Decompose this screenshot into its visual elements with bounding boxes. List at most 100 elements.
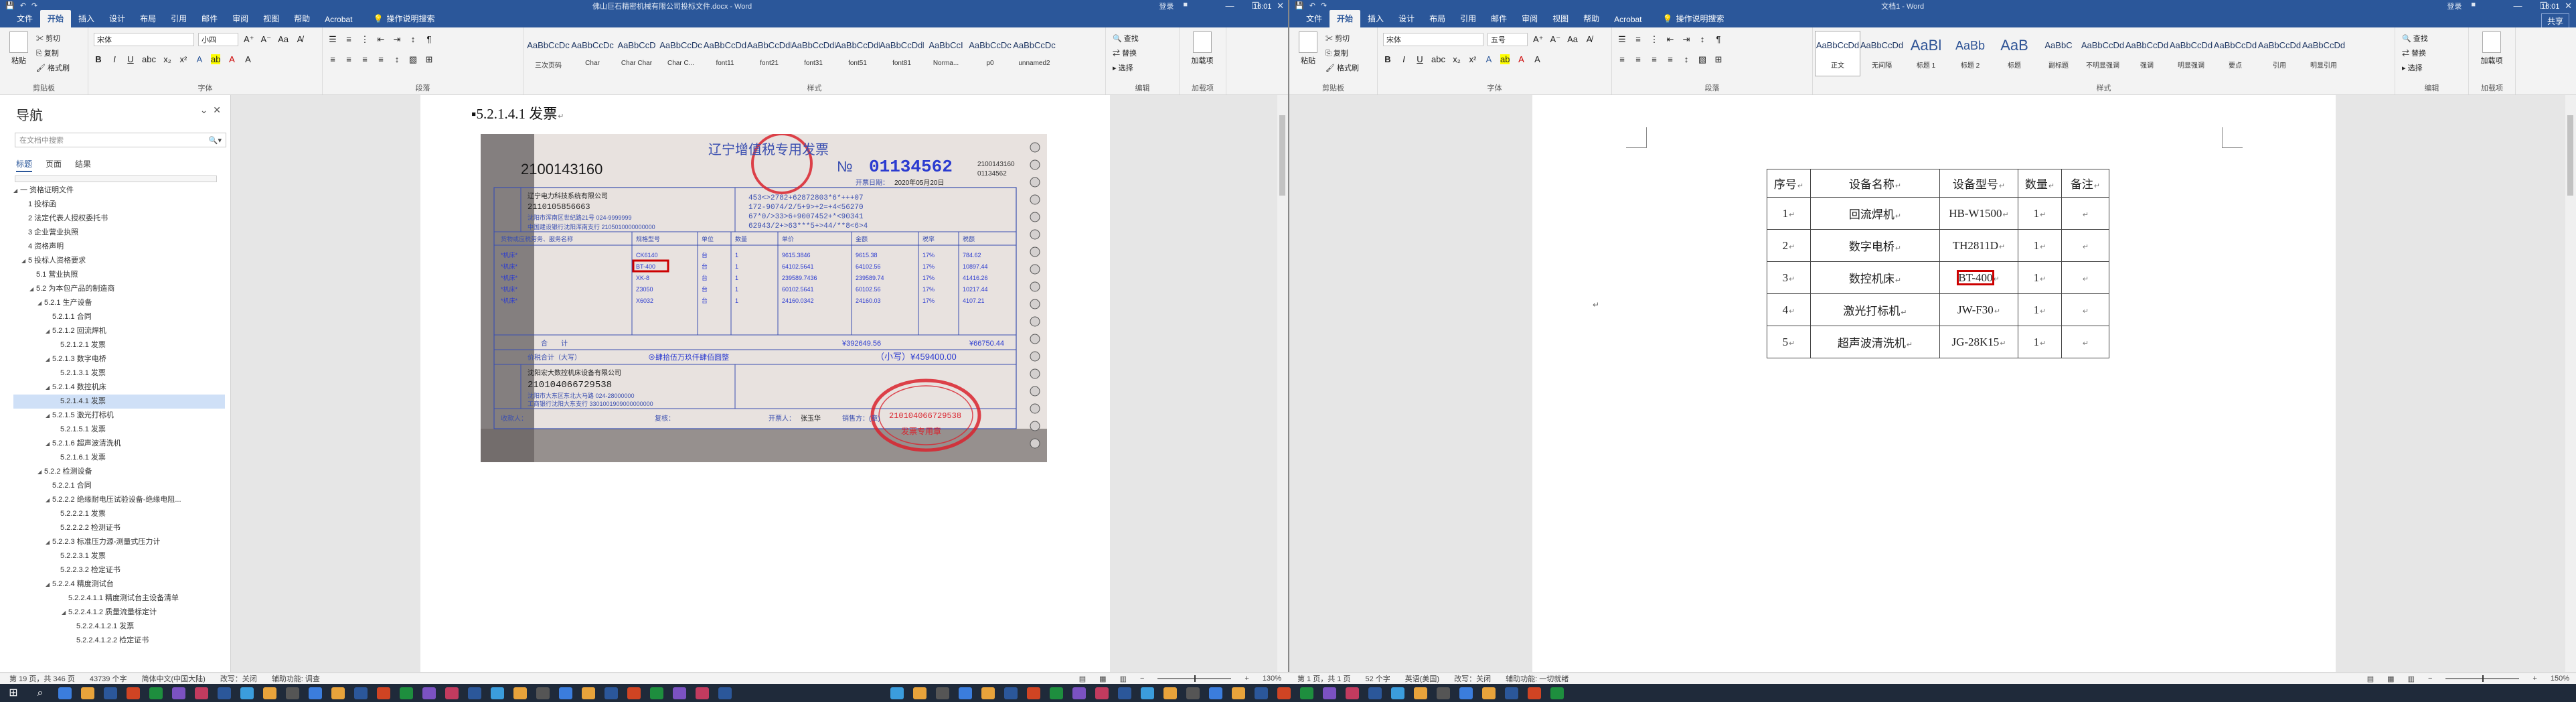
- decrease-indent-icon[interactable]: ⇤: [1666, 34, 1675, 45]
- redo-icon[interactable]: ↷: [1321, 1, 1327, 10]
- tab-5[interactable]: 引用: [1453, 10, 1483, 27]
- style-item[interactable]: AaBbCcDd 明显强调: [2169, 31, 2213, 76]
- nav-item[interactable]: 5.2.1.5.1 发票: [13, 423, 225, 437]
- taskbar-app-icon[interactable]: [331, 687, 345, 699]
- find-button[interactable]: 🔍 查找: [2402, 33, 2428, 44]
- nav-item[interactable]: ◢ 5.2.1.2 回流焊机: [13, 324, 225, 338]
- style-item[interactable]: AaBbCcDd 明显引用: [2302, 31, 2346, 76]
- format-painter-button[interactable]: 🖌 格式刷: [1325, 62, 1359, 73]
- language[interactable]: 简体中文(中国大陆): [141, 673, 205, 684]
- expand-arrow-icon[interactable]: ◢: [46, 380, 52, 395]
- expand-arrow-icon[interactable]: ◢: [46, 409, 52, 423]
- taskbar-app-icon[interactable]: [1118, 687, 1131, 699]
- style-item[interactable]: AaBb 标题 2: [1948, 31, 1992, 76]
- style-item[interactable]: AaBbCcDdE font81: [880, 31, 924, 76]
- taskbar-app-icon[interactable]: [1323, 687, 1336, 699]
- taskbar-app-icon[interactable]: [1482, 687, 1496, 699]
- style-item[interactable]: AaBl 标题 1: [1904, 31, 1948, 76]
- expand-arrow-icon[interactable]: ◢: [46, 324, 52, 338]
- zoom-in-icon[interactable]: +: [1244, 675, 1249, 683]
- undo-icon[interactable]: ↶: [20, 1, 26, 10]
- nav-item[interactable]: 4 资格声明: [13, 240, 225, 254]
- taskbar-app-icon[interactable]: [936, 687, 949, 699]
- scrollbar-thumb[interactable]: [2567, 115, 2573, 196]
- tab-5[interactable]: 引用: [163, 10, 194, 27]
- style-item[interactable]: AaBbC 副标题: [2036, 31, 2081, 76]
- taskbar-app-icon[interactable]: [1391, 687, 1404, 699]
- taskbar-app-icon[interactable]: [104, 687, 117, 699]
- nav-item[interactable]: 5.2.2.3.1 发票: [13, 549, 225, 563]
- table-cell[interactable]: 3↵: [1767, 261, 1811, 294]
- table-cell[interactable]: JW-F30↵: [1939, 293, 2018, 326]
- word-count[interactable]: 43739 个字: [90, 673, 127, 684]
- taskbar-app-icon[interactable]: [1255, 687, 1268, 699]
- style-item[interactable]: AaBbCcDd 不明显强调: [2081, 31, 2125, 76]
- taskbar-app-icon[interactable]: [1459, 687, 1473, 699]
- taskbar-app-icon[interactable]: [172, 687, 185, 699]
- taskbar-app-icon[interactable]: [627, 687, 641, 699]
- clock-right[interactable]: 16:01: [2541, 3, 2560, 11]
- select-button[interactable]: ▸ 选择: [1113, 62, 1133, 73]
- table-cell[interactable]: HB-W1500↵: [1939, 197, 2018, 230]
- taskbar-app-icon[interactable]: [536, 687, 550, 699]
- italic-icon[interactable]: I: [110, 54, 119, 64]
- tab-1[interactable]: 开始: [1330, 10, 1361, 27]
- taskbar-app-icon[interactable]: [913, 687, 927, 699]
- text-effects-icon[interactable]: A: [1484, 54, 1494, 64]
- table-cell[interactable]: ↵: [2061, 326, 2109, 358]
- borders-icon[interactable]: ⊞: [424, 54, 434, 65]
- table-header-cell[interactable]: 序号↵: [1767, 169, 1811, 198]
- start-icon[interactable]: ⊞: [0, 684, 27, 702]
- underline-icon[interactable]: U: [126, 54, 135, 64]
- tab-0[interactable]: 文件: [9, 10, 40, 27]
- nav-item[interactable]: ◢ 5.2 为本包产品的制造商: [13, 282, 225, 296]
- underline-icon[interactable]: U: [1415, 54, 1425, 64]
- replace-button[interactable]: ⇄ 替换: [1113, 48, 1137, 58]
- taskbar-app-icon[interactable]: [559, 687, 572, 699]
- undo-icon[interactable]: ↶: [1309, 1, 1315, 10]
- taskbar-app-icon[interactable]: [1027, 687, 1040, 699]
- table-cell[interactable]: 1↵: [2018, 197, 2062, 230]
- tab-10[interactable]: Acrobat: [1607, 12, 1649, 27]
- share-button[interactable]: 共享: [2541, 13, 2569, 29]
- sign-in-link[interactable]: 登录: [2447, 1, 2462, 11]
- tab-3[interactable]: 设计: [1391, 10, 1422, 27]
- taskbar-app-icon[interactable]: [981, 687, 995, 699]
- style-item[interactable]: AaBbCcDd font11: [703, 31, 747, 76]
- copy-button[interactable]: ⎘ 复制: [36, 48, 59, 58]
- table-cell[interactable]: 4↵: [1767, 293, 1811, 326]
- tab-4[interactable]: 布局: [1422, 10, 1453, 27]
- paste-button[interactable]: 粘贴: [1295, 31, 1321, 66]
- taskbar-app-icon[interactable]: [1141, 687, 1154, 699]
- nav-item[interactable]: 5.2.2.1 合同: [13, 479, 225, 493]
- multilevel-icon[interactable]: ⋮: [1649, 34, 1659, 45]
- taskbar-app-icon[interactable]: [1550, 687, 1564, 699]
- table-cell[interactable]: 1↵: [1767, 197, 1811, 230]
- table-cell[interactable]: JG-28K15↵: [1939, 326, 2018, 358]
- expand-arrow-icon[interactable]: ◢: [46, 493, 52, 507]
- taskbar-app-icon[interactable]: [1186, 687, 1200, 699]
- nav-item[interactable]: ◢ 5.2.1.6 超声波清洗机: [13, 437, 225, 451]
- zoom-level[interactable]: 150%: [2551, 675, 2569, 683]
- nav-tab-pages[interactable]: 页面: [46, 158, 62, 172]
- subscript-icon[interactable]: x₂: [1452, 54, 1461, 64]
- nav-item[interactable]: 5.2.2.4.1.2.1 发票: [13, 620, 225, 634]
- replace-button[interactable]: ⇄ 替换: [2402, 48, 2426, 58]
- nav-item[interactable]: 5.2.1.1 合同: [13, 310, 225, 324]
- table-cell[interactable]: ↵: [2061, 293, 2109, 326]
- style-item[interactable]: AaBbCcDc p0: [968, 31, 1012, 76]
- taskbar-app-icon[interactable]: [127, 687, 140, 699]
- page-count[interactable]: 第 1 页，共 1 页: [1297, 673, 1350, 684]
- table-cell[interactable]: 回流焊机↵: [1810, 197, 1940, 230]
- vertical-scrollbar[interactable]: [2565, 95, 2576, 672]
- borders-icon[interactable]: ⊞: [1714, 54, 1723, 65]
- expand-arrow-icon[interactable]: ◢: [37, 296, 44, 310]
- text-effects-icon[interactable]: A: [195, 54, 204, 64]
- table-cell[interactable]: 超声波清洗机↵: [1810, 326, 1940, 358]
- minimize-button[interactable]: —: [2513, 1, 2522, 11]
- search-icon[interactable]: ⌕: [27, 684, 54, 702]
- nav-search-input[interactable]: 在文档中搜索 🔍▾: [15, 133, 226, 147]
- nav-item[interactable]: 5.2.1.6.1 发票: [13, 451, 225, 465]
- align-right-icon[interactable]: ≡: [1649, 54, 1659, 65]
- align-left-icon[interactable]: ≡: [328, 54, 337, 65]
